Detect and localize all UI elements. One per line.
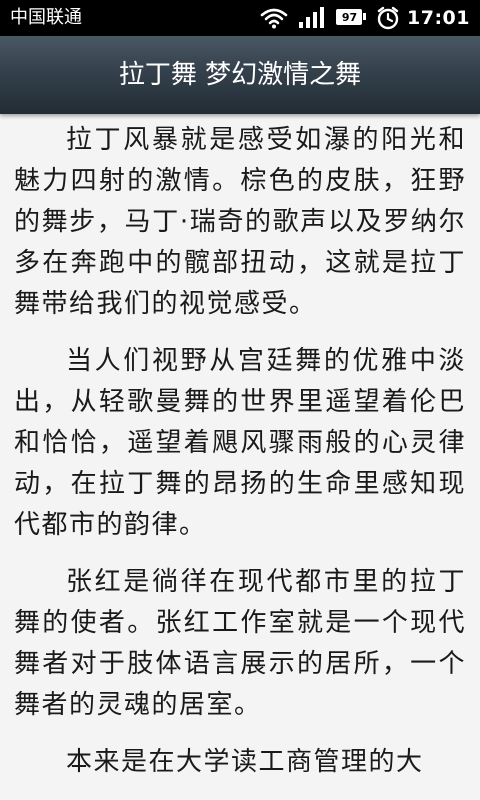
status-bar: 中国联通 97 17:01 bbox=[0, 0, 480, 36]
alarm-icon bbox=[377, 6, 399, 30]
battery-icon: 97 bbox=[336, 9, 366, 25]
carrier-name: 中国联通 bbox=[10, 7, 82, 28]
battery-level: 97 bbox=[341, 11, 358, 24]
article-paragraph: 本来是在大学读工商管理的大 bbox=[66, 747, 424, 777]
status-time: 17:01 bbox=[407, 7, 470, 29]
article-paragraph: 拉丁风暴就是感受如瀑的阳光和魅力四射的激情。棕色的皮肤，狂野的舞步，马丁·瑞奇的… bbox=[14, 125, 466, 319]
article-paragraph: 张红是徜徉在现代都市里的拉丁舞的使者。张红工作室就是一个现代舞者对于肢体语言展示… bbox=[14, 567, 466, 720]
page-title: 拉丁舞 梦幻激情之舞 bbox=[118, 60, 362, 90]
screen: 中国联通 97 17:01 拉丁舞 梦幻激情之舞 拉丁风暴就是感受如瀑的阳光和魅… bbox=[0, 0, 480, 800]
title-bar: 拉丁舞 梦幻激情之舞 bbox=[0, 36, 480, 114]
wifi-icon bbox=[260, 8, 288, 29]
signal-icon bbox=[299, 7, 324, 28]
article-paragraph: 当人们视野从宫廷舞的优雅中淡出，从轻歌曼舞的世界里遥望着伦巴和恰恰，遥望着飓风骤… bbox=[14, 346, 466, 540]
article-body[interactable]: 拉丁风暴就是感受如瀑的阳光和魅力四射的激情。棕色的皮肤，狂野的舞步，马丁·瑞奇的… bbox=[14, 120, 466, 799]
scroll-fade bbox=[0, 782, 480, 800]
